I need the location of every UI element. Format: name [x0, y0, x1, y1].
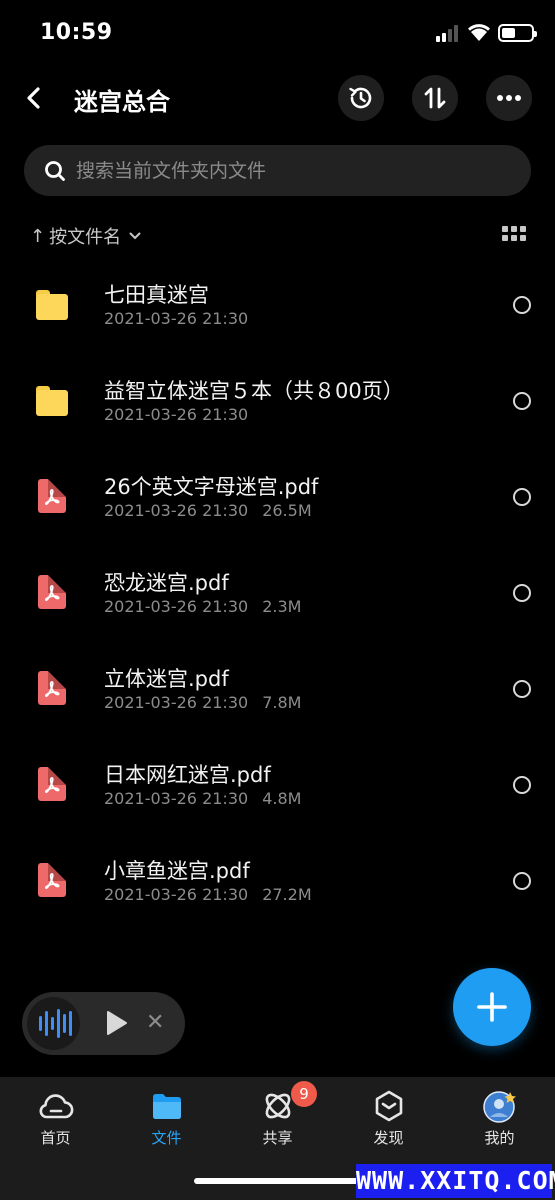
tab-discover[interactable]: 发现 [333, 1077, 444, 1167]
file-list-item[interactable]: 26个英文字母迷宫.pdf 2021-03-26 21:30 26.5M [0, 449, 555, 545]
plus-icon [477, 992, 507, 1022]
file-list: 七田真迷宫 2021-03-26 21:30 益智立体迷宫５本（共８00页） 2021… [0, 257, 555, 929]
select-checkbox[interactable] [513, 488, 531, 506]
battery-icon [498, 24, 537, 42]
grid-view-icon[interactable] [502, 226, 526, 246]
tab-label: 文件 [151, 1129, 182, 1147]
avatar [483, 1091, 516, 1123]
file-list-item[interactable]: 益智立体迷宫５本（共８00页） 2021-03-26 21:30 [0, 353, 555, 449]
select-checkbox[interactable] [513, 680, 531, 698]
file-meta: 2021-03-26 21:30 7.8M [104, 693, 301, 712]
file-name: 小章鱼迷宫.pdf [104, 859, 250, 883]
file-date: 2021-03-26 21:30 [104, 885, 249, 904]
select-checkbox[interactable] [513, 872, 531, 890]
waveform-icon[interactable] [27, 997, 80, 1050]
select-checkbox[interactable] [513, 296, 531, 314]
file-meta: 2021-03-26 21:30 [104, 309, 248, 328]
tab-label: 首页 [40, 1129, 71, 1147]
home-indicator [194, 1178, 366, 1184]
header: 迷宫总合 [0, 70, 555, 126]
file-size: 4.8M [262, 789, 302, 808]
cloud-icon [39, 1094, 74, 1119]
file-size: 7.8M [262, 693, 302, 712]
cube-icon [375, 1090, 403, 1122]
pdf-file-icon [38, 863, 66, 897]
file-date: 2021-03-26 21:30 [104, 501, 249, 520]
pdf-file-icon [38, 767, 66, 801]
file-name: 日本网红迷宫.pdf [104, 763, 271, 787]
search-bar[interactable] [24, 145, 531, 196]
folder-icon [36, 386, 68, 416]
select-checkbox[interactable] [513, 392, 531, 410]
pdf-file-icon [38, 479, 66, 513]
search-input[interactable] [76, 145, 506, 196]
file-list-item[interactable]: 恐龙迷宫.pdf 2021-03-26 21:30 2.3M [0, 545, 555, 641]
mini-audio-player[interactable]: ✕ [22, 992, 185, 1055]
file-date: 2021-03-26 21:30 [104, 309, 249, 328]
file-size: 2.3M [262, 597, 302, 616]
file-name: 恐龙迷宫.pdf [104, 571, 229, 595]
tab-label: 共享 [262, 1129, 293, 1147]
tab-label: 发现 [373, 1129, 404, 1147]
select-checkbox[interactable] [513, 776, 531, 794]
sort-label: 按文件名 [49, 227, 122, 248]
pdf-file-icon [38, 671, 66, 705]
play-icon[interactable] [105, 1010, 129, 1036]
arrow-up-icon: ↑ [30, 225, 46, 247]
tab-files[interactable]: 文件 [111, 1077, 222, 1167]
tab-label: 我的 [484, 1129, 515, 1147]
history-icon [349, 87, 372, 109]
chevron-left-icon [27, 87, 40, 109]
sort-order-button[interactable] [412, 75, 458, 121]
file-meta: 2021-03-26 21:30 27.2M [104, 885, 312, 904]
file-list-item[interactable]: 小章鱼迷宫.pdf 2021-03-26 21:30 27.2M [0, 833, 555, 929]
chevron-down-icon [129, 232, 141, 240]
select-checkbox[interactable] [513, 584, 531, 602]
tab-me[interactable]: 我的 [444, 1077, 555, 1167]
file-meta: 2021-03-26 21:30 2.3M [104, 597, 301, 616]
more-button[interactable] [486, 75, 532, 121]
file-date: 2021-03-26 21:30 [104, 597, 249, 616]
add-button[interactable] [453, 968, 531, 1046]
file-meta: 2021-03-26 21:30 [104, 405, 248, 424]
status-time: 10:59 [40, 20, 113, 45]
file-date: 2021-03-26 21:30 [104, 789, 249, 808]
file-date: 2021-03-26 21:30 [104, 693, 249, 712]
file-meta: 2021-03-26 21:30 26.5M [104, 501, 312, 520]
file-name: 益智立体迷宫５本（共８00页） [104, 379, 404, 403]
share-count-badge: 9 [291, 1081, 317, 1107]
folder-icon [153, 1094, 181, 1119]
file-meta: 2021-03-26 21:30 4.8M [104, 789, 301, 808]
pdf-file-icon [38, 575, 66, 609]
watermark: WWW.XXITQ.COM [356, 1164, 555, 1198]
swap-vertical-icon [424, 87, 446, 109]
file-list-item[interactable]: 日本网红迷宫.pdf 2021-03-26 21:30 4.8M [0, 737, 555, 833]
file-list-item[interactable]: 七田真迷宫 2021-03-26 21:30 [0, 257, 555, 353]
file-list-item[interactable]: 立体迷宫.pdf 2021-03-26 21:30 7.8M [0, 641, 555, 737]
file-name: 立体迷宫.pdf [104, 667, 229, 691]
tab-home[interactable]: 首页 [0, 1077, 111, 1167]
file-size: 27.2M [262, 885, 312, 904]
file-name: 七田真迷宫 [104, 283, 209, 307]
close-icon[interactable]: ✕ [146, 1012, 164, 1034]
page-title: 迷宫总合 [74, 88, 170, 116]
file-name: 26个英文字母迷宫.pdf [104, 475, 319, 499]
status-bar: 10:59 [0, 0, 555, 68]
back-button[interactable] [16, 80, 52, 116]
file-size: 26.5M [262, 501, 312, 520]
cellular-signal-icon [436, 24, 462, 42]
file-date: 2021-03-26 21:30 [104, 405, 249, 424]
history-button[interactable] [338, 75, 384, 121]
wifi-icon [468, 24, 490, 41]
sort-by-name-button[interactable]: ↑ 按文件名 [30, 220, 141, 252]
more-dots-icon [497, 95, 521, 101]
sort-row: ↑ 按文件名 [30, 220, 530, 252]
folder-icon [36, 290, 68, 320]
search-icon [45, 161, 65, 181]
